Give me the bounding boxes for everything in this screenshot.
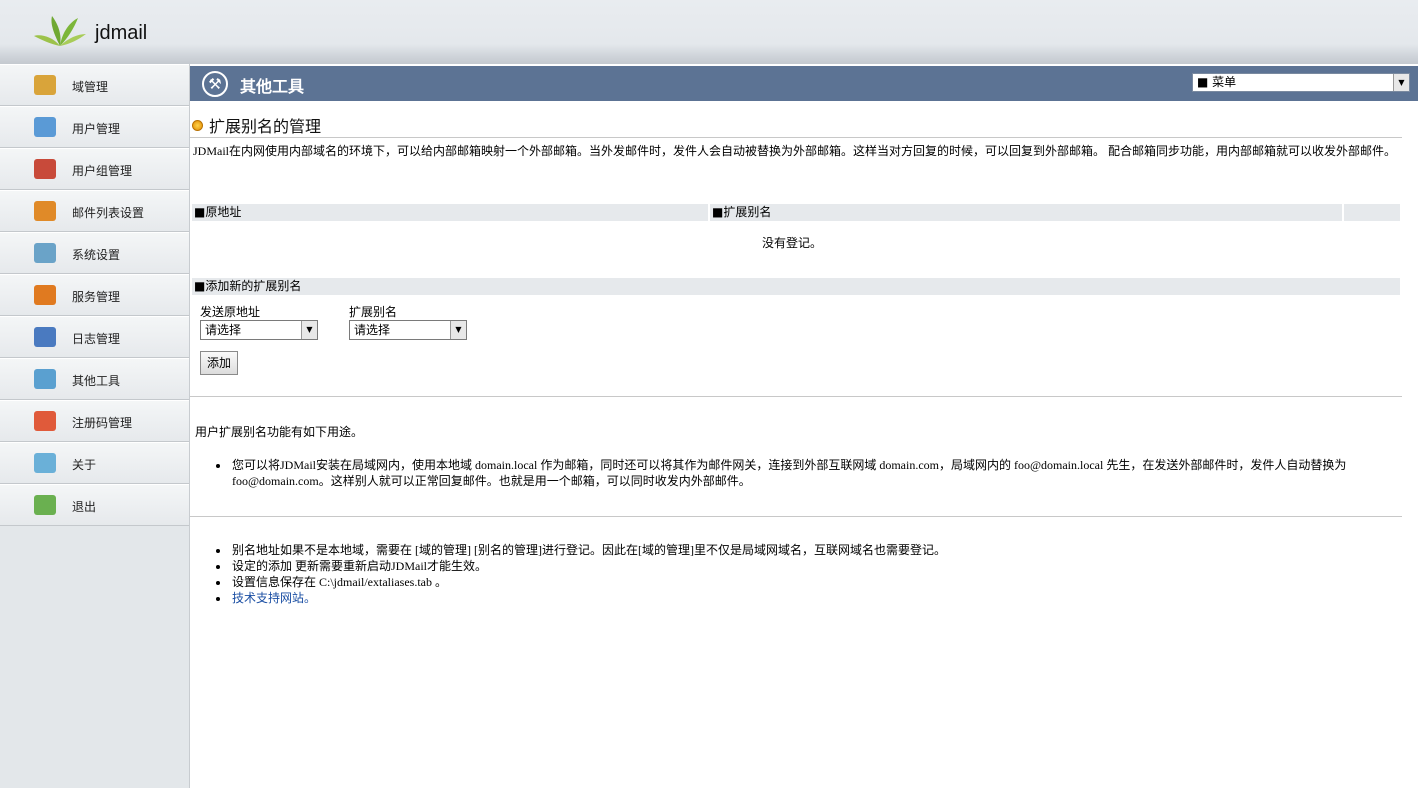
list-item: 您可以将JDMail安装在局域网内，使用本地域 domain.local 作为邮… [230, 457, 1418, 489]
usage-list: 您可以将JDMail安装在局域网内，使用本地域 domain.local 作为邮… [212, 457, 1418, 489]
sidebar-item-label: 日志管理 [72, 332, 121, 346]
add-button[interactable]: 添加 [200, 351, 238, 375]
app-header: jdmail [0, 0, 1418, 64]
column-header-alias: ■扩展别名 [710, 204, 1342, 221]
sidebar-item-label: 退出 [72, 500, 97, 514]
usage-intro: 用户扩展别名功能有如下用途。 [195, 425, 364, 439]
mail-list-icon [34, 201, 56, 221]
alias-value: 请选择 [354, 323, 391, 337]
sidebar-item-label: 邮件列表设置 [72, 206, 145, 220]
sidebar-item-license[interactable]: 注册码管理 [0, 400, 189, 442]
column-header-actions [1344, 204, 1400, 221]
sidebar-item-logout[interactable]: 退出 [0, 484, 189, 526]
section-title: 扩展别名的管理 [192, 113, 321, 137]
menu-dropdown-value: ■ 菜单 [1197, 75, 1237, 89]
sidebar-item-label: 用户组管理 [72, 164, 133, 178]
alias-label: 扩展别名 [349, 305, 398, 319]
sidebar-item-services[interactable]: 服务管理 [0, 274, 189, 316]
divider [190, 137, 1402, 138]
column-header-source: ■原地址 [192, 204, 708, 221]
section-description: JDMail在内网使用内部域名的环境下，可以给内部邮箱映射一个外部邮箱。当外发邮… [193, 144, 1397, 158]
sidebar-item-domain[interactable]: 域管理 [0, 64, 189, 106]
section-title-text: 扩展别名的管理 [209, 117, 322, 136]
logo-icon [34, 16, 86, 46]
bullet-icon [192, 120, 203, 131]
sidebar-item-tools[interactable]: 其他工具 [0, 358, 189, 400]
menu-dropdown[interactable]: ■ 菜单 ▼ [1192, 73, 1410, 92]
page-title: 其他工具 [240, 77, 305, 96]
chevron-down-icon[interactable]: ▼ [301, 321, 317, 339]
users-group-icon [34, 159, 56, 179]
domain-icon [34, 75, 56, 95]
chevron-down-icon[interactable]: ▼ [450, 321, 466, 339]
about-icon [34, 453, 56, 473]
sidebar-item-mail-lists[interactable]: 邮件列表设置 [0, 190, 189, 232]
sidebar: 域管理 用户管理 用户组管理 邮件列表设置 系统设置 服务管理 日志管理 其他工… [0, 64, 190, 788]
sidebar-item-user-groups[interactable]: 用户组管理 [0, 148, 189, 190]
list-item: 技术支持网站。 [230, 590, 1418, 606]
sidebar-item-label: 关于 [72, 458, 97, 472]
source-address-select[interactable]: 请选择 ▼ [200, 320, 318, 340]
support-site-link[interactable]: 技术支持网站。 [232, 591, 316, 605]
sidebar-item-label: 其他工具 [72, 374, 121, 388]
sidebar-item-system[interactable]: 系统设置 [0, 232, 189, 274]
source-address-value: 请选择 [205, 323, 242, 337]
logo-text: jdmail [95, 22, 148, 44]
source-address-label: 发送原地址 [200, 305, 261, 319]
tools-icon [34, 369, 56, 389]
sidebar-item-label: 注册码管理 [72, 416, 133, 430]
alias-select[interactable]: 请选择 ▼ [349, 320, 467, 340]
system-icon [34, 243, 56, 263]
log-icon [34, 327, 56, 347]
sidebar-item-about[interactable]: 关于 [0, 442, 189, 484]
chevron-down-icon[interactable]: ▼ [1393, 74, 1409, 91]
sidebar-item-label: 用户管理 [72, 122, 121, 136]
license-icon [34, 411, 56, 431]
empty-table-message: 没有登记。 [762, 236, 823, 250]
list-item: 设定的添加 更新需要重新启动JDMail才能生效。 [230, 558, 1418, 574]
sidebar-item-logs[interactable]: 日志管理 [0, 316, 189, 358]
list-item: 别名地址如果不是本地域，需要在 [域的管理] [别名的管理]进行登记。因此在[域… [230, 542, 1418, 558]
add-form-heading: ■添加新的扩展别名 [192, 278, 1400, 295]
user-icon [34, 117, 56, 137]
sidebar-item-label: 系统设置 [72, 248, 121, 262]
page-titlebar: ⚒ 其他工具 ■ 菜单 ▼ [190, 66, 1418, 101]
sidebar-item-label: 服务管理 [72, 290, 121, 304]
divider [190, 396, 1402, 397]
sidebar-item-users[interactable]: 用户管理 [0, 106, 189, 148]
logout-icon [34, 495, 56, 515]
list-item: 设置信息保存在 C:\jdmail/extaliases.tab 。 [230, 574, 1418, 590]
sidebar-item-label: 域管理 [72, 80, 109, 94]
service-icon [34, 285, 56, 305]
divider [190, 516, 1402, 517]
wrench-icon: ⚒ [202, 71, 228, 97]
notes-list: 别名地址如果不是本地域，需要在 [域的管理] [别名的管理]进行登记。因此在[域… [212, 542, 1418, 606]
